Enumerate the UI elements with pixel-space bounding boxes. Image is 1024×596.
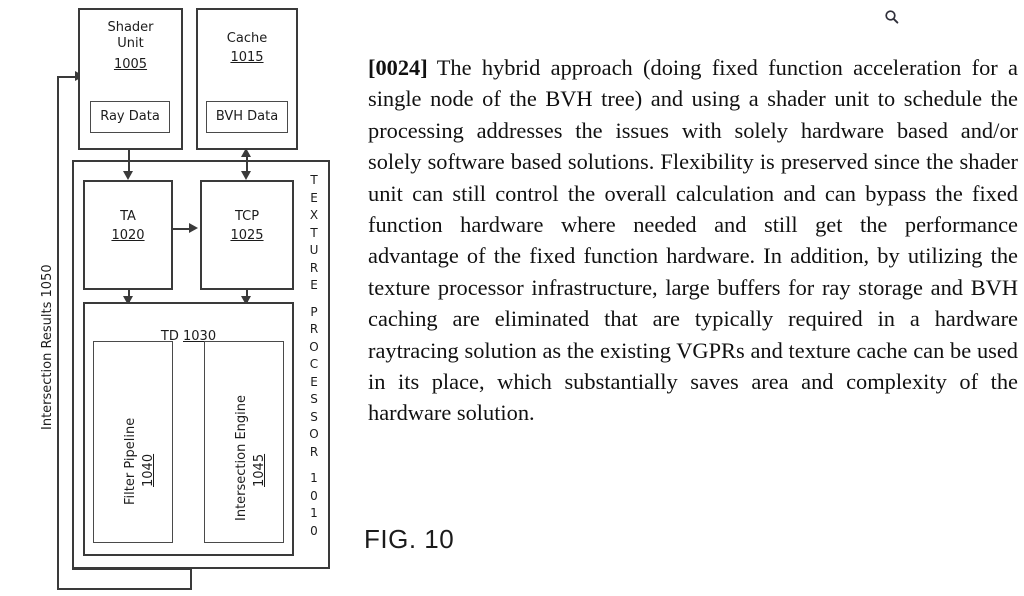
tp-letter: U [309, 243, 319, 257]
bvh-data-text: BVH Data [215, 109, 279, 124]
ta-title-text: TA [120, 209, 136, 224]
tp-spacer [305, 461, 323, 470]
tp-letter: P [310, 304, 318, 319]
shader-to-ta-arrow [123, 171, 133, 180]
tp-letter: E [310, 278, 318, 292]
tp-letter: O [309, 339, 319, 354]
tp-letter: E [310, 374, 318, 389]
ray-data-text: Ray Data [100, 109, 160, 124]
figure-caption: FIG. 10 [364, 524, 454, 555]
paragraph-number: [0024] [368, 55, 428, 80]
tp-letter: S [310, 409, 318, 424]
cache-title-text: Cache [226, 31, 268, 46]
tp-spacer [305, 295, 323, 304]
tcp-title: TCP [200, 209, 294, 225]
ta-to-tcp-arrow [189, 223, 198, 233]
tp-letter: 1 [310, 471, 318, 485]
feedback-path-outer-vertical [57, 76, 59, 588]
cache-ref-text: 1015 [230, 50, 264, 65]
tp-letter: R [309, 444, 319, 459]
tp-letter: E [310, 190, 318, 205]
intersection-engine-ref: 1045 [252, 454, 268, 487]
feedback-arrow-stem [57, 76, 77, 78]
patent-figure-page: Intersection Results 1050 T E X T U R E … [0, 0, 1024, 596]
tp-letter: R [309, 322, 319, 336]
shader-unit-ref: 1005 [78, 57, 183, 73]
intersection-results-text: Intersection Results 1050 [40, 264, 55, 430]
tp-letter: C [309, 357, 319, 371]
search-icon[interactable] [884, 9, 900, 25]
cache-ref: 1015 [196, 50, 298, 66]
tp-letter: 0 [310, 488, 318, 503]
tp-letter: O [309, 427, 319, 441]
tp-letter: 0 [310, 523, 318, 538]
tcp-ref-text: 1025 [230, 228, 264, 243]
intersection-engine-ref-text: 1045 [252, 453, 267, 487]
cache-tcp-arrow-up [241, 148, 251, 157]
tp-letter: R [309, 260, 319, 275]
shader-unit-title: Shader Unit [78, 20, 183, 52]
tp-letter: T [310, 173, 318, 187]
tp-letter: 1 [310, 506, 318, 520]
filter-pipeline-ref-text: 1040 [141, 453, 156, 487]
filter-pipeline-title-text: Filter Pipeline [123, 417, 138, 505]
filter-pipeline-ref: 1040 [141, 454, 157, 487]
figure-caption-text: FIG. 10 [364, 524, 455, 554]
shader-unit-ref-text: 1005 [113, 57, 148, 72]
shader-unit-title-text: Shader Unit [107, 20, 154, 51]
intersection-engine-label: Intersection Engine [234, 395, 250, 521]
ta-title: TA [83, 209, 173, 225]
tcp-title-text: TCP [234, 209, 260, 224]
tcp-ref: 1025 [200, 228, 294, 244]
filter-pipeline-label: Filter Pipeline [123, 418, 139, 505]
ta-ref-text: 1020 [111, 228, 145, 243]
tp-letter: S [310, 392, 318, 406]
cache-tcp-arrow-down [241, 171, 251, 180]
intersection-engine-title-text: Intersection Engine [234, 394, 249, 521]
texture-processor-label: T E X T U R E P R O C E S S O R 1 0 1 0 [305, 172, 323, 540]
cache-title: Cache [196, 31, 298, 47]
paragraph-0024: [0024] The hybrid approach (doing fixed f… [368, 52, 1018, 429]
tp-letter: X [309, 208, 319, 222]
bvh-data-label: BVH Data [206, 109, 288, 125]
feedback-path-outer-horizontal [57, 588, 192, 590]
tp-letter: T [310, 225, 318, 240]
ta-ref: 1020 [83, 228, 173, 244]
paragraph-body: The hybrid approach (doing fixed functio… [368, 55, 1018, 426]
intersection-results-label: Intersection Results 1050 [40, 264, 56, 430]
ray-data-label: Ray Data [90, 109, 170, 125]
